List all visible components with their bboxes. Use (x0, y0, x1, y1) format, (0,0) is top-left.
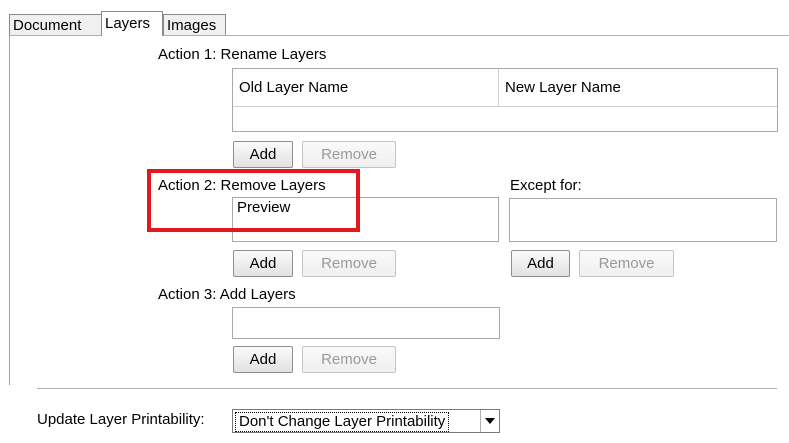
printability-label: Update Layer Printability: (37, 411, 205, 428)
printability-select[interactable]: Don't Change Layer Printability (232, 409, 500, 433)
add-layers-input[interactable] (232, 307, 500, 339)
tab-layers-label: Layers (105, 15, 151, 32)
rename-layers-table[interactable]: Old Layer Name New Layer Name (232, 68, 778, 132)
action3-add-button[interactable]: Add (233, 346, 293, 373)
highlight-box (147, 169, 360, 232)
except-add-button[interactable]: Add (511, 250, 570, 277)
action1-remove-button[interactable]: Remove (302, 141, 396, 168)
panel-left-border (9, 35, 10, 385)
chevron-down-icon[interactable] (480, 410, 499, 432)
action2-remove-button[interactable]: Remove (302, 250, 396, 277)
divider (37, 388, 777, 389)
tab-document-label: Document (13, 17, 82, 34)
tab-images[interactable]: Images (163, 14, 226, 35)
except-for-list[interactable] (509, 198, 777, 242)
action2-add-button[interactable]: Add (233, 250, 293, 277)
tab-layers[interactable]: Layers (101, 11, 163, 36)
except-remove-button[interactable]: Remove (579, 250, 674, 277)
except-for-label: Except for: (510, 177, 582, 194)
action1-label: Action 1: Rename Layers (158, 46, 327, 63)
action3-label: Action 3: Add Layers (158, 286, 296, 303)
tab-images-label: Images (167, 17, 217, 34)
tab-document[interactable]: Document (9, 14, 102, 35)
column-header-old-layer-name[interactable]: Old Layer Name (233, 69, 499, 107)
column-header-new-layer-name[interactable]: New Layer Name (499, 69, 777, 107)
action1-add-button[interactable]: Add (233, 141, 293, 168)
action3-remove-button[interactable]: Remove (302, 346, 396, 373)
printability-selected-value: Don't Change Layer Printability (235, 412, 450, 432)
